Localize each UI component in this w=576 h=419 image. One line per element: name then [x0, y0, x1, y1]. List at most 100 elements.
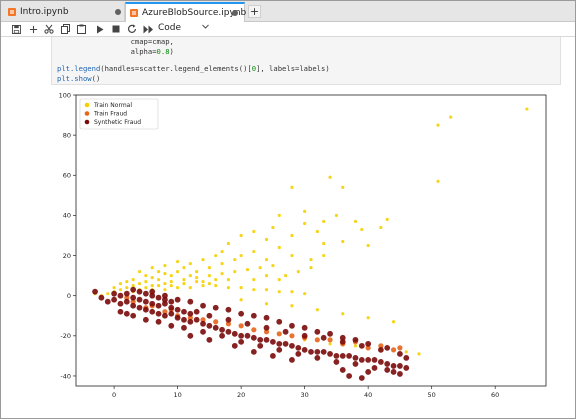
y-tick-label: 80: [63, 131, 71, 139]
data-point: [257, 342, 264, 349]
data-point: [187, 310, 194, 317]
data-point: [377, 359, 384, 365]
y-tick-label: 60: [63, 172, 71, 180]
tab-label: Intro.ipynb: [20, 7, 69, 17]
tab-intro[interactable]: Intro.ipynb: [4, 3, 125, 21]
code-line-4: plt.show(): [57, 74, 101, 83]
data-point: [118, 282, 123, 286]
stop-icon[interactable]: [110, 22, 122, 36]
data-point: [339, 334, 346, 341]
add-cell-icon[interactable]: [27, 22, 39, 36]
data-point: [403, 365, 410, 371]
data-point: [187, 298, 194, 305]
data-point: [176, 286, 180, 290]
data-point: [277, 245, 281, 250]
data-point: [322, 241, 326, 246]
data-point: [233, 270, 237, 274]
data-point: [352, 361, 359, 367]
data-point: [193, 308, 200, 315]
data-point: [303, 292, 307, 296]
data-point: [333, 352, 340, 359]
data-point: [123, 290, 130, 297]
data-point: [276, 318, 283, 325]
data-point: [150, 265, 154, 270]
cell-type-dropdown[interactable]: Code: [158, 23, 181, 35]
data-point: [181, 324, 187, 331]
legend-label: Train Normal: [93, 102, 132, 109]
data-point: [271, 263, 275, 268]
data-point: [404, 350, 408, 354]
data-point: [309, 265, 313, 270]
legend-marker: [84, 111, 90, 116]
data-point: [155, 294, 162, 301]
data-point: [117, 292, 124, 299]
data-point: [341, 239, 345, 244]
data-point: [156, 278, 161, 282]
data-point: [201, 257, 205, 262]
data-point: [214, 284, 218, 288]
data-point: [252, 229, 256, 234]
data-point: [390, 369, 397, 375]
data-point: [360, 227, 364, 232]
data-point: [295, 350, 302, 357]
data-point: [269, 352, 276, 359]
data-point: [366, 316, 370, 320]
y-tick-label: 100: [59, 91, 71, 99]
tab-azureblobsource[interactable]: AzureBlobSource.ipynb: [125, 2, 247, 22]
data-point: [206, 312, 213, 319]
data-point: [142, 306, 149, 313]
unsaved-dot-icon[interactable]: [232, 10, 238, 16]
data-point: [282, 328, 289, 335]
data-point: [130, 302, 137, 309]
data-point: [251, 327, 257, 333]
data-point: [155, 310, 162, 317]
data-point: [239, 298, 243, 302]
data-point: [207, 265, 211, 270]
data-point: [417, 352, 421, 356]
data-point: [353, 344, 358, 348]
data-point: [168, 298, 175, 305]
data-point: [366, 243, 370, 248]
add-tab-button[interactable]: +: [248, 5, 261, 18]
data-point: [156, 284, 161, 288]
data-point: [142, 290, 149, 297]
code-line-1: cmap=cmap,: [130, 37, 174, 46]
data-point: [200, 320, 206, 327]
data-point: [238, 310, 245, 317]
y-tick-label: 40: [63, 212, 71, 220]
data-point: [341, 312, 345, 316]
data-point: [290, 304, 294, 308]
tab-label: AzureBlobSource.ipynb: [142, 8, 247, 18]
copy-icon[interactable]: [59, 22, 71, 36]
data-point: [201, 280, 205, 284]
unsaved-dot-icon[interactable]: [115, 9, 121, 15]
data-point: [327, 337, 333, 343]
restart-icon[interactable]: [126, 22, 138, 36]
data-point: [239, 253, 243, 258]
data-point: [169, 284, 173, 288]
run-icon[interactable]: [94, 22, 106, 36]
paste-icon[interactable]: [75, 22, 87, 36]
data-point: [371, 357, 378, 363]
chevron-down-icon[interactable]: [201, 22, 210, 33]
data-point: [436, 179, 440, 183]
data-point: [225, 316, 232, 323]
data-point: [525, 107, 529, 111]
data-point: [314, 355, 321, 361]
data-point: [195, 270, 199, 274]
data-point: [276, 340, 283, 347]
save-icon[interactable]: [10, 22, 22, 36]
code-cell[interactable]: cmap=cmap, alpha=0.8) plt.legend(handles…: [51, 37, 561, 85]
run-all-icon[interactable]: [142, 22, 155, 36]
data-point: [168, 310, 175, 317]
data-point: [226, 278, 231, 282]
data-point: [346, 352, 353, 359]
data-point: [98, 294, 105, 301]
cut-icon[interactable]: [43, 22, 55, 36]
data-point: [137, 282, 142, 286]
tab-bar: Intro.ipynb AzureBlobSource.ipynb +: [1, 1, 575, 22]
data-point: [333, 359, 340, 365]
data-point: [290, 290, 294, 294]
data-point: [290, 253, 294, 258]
data-point: [358, 375, 365, 381]
